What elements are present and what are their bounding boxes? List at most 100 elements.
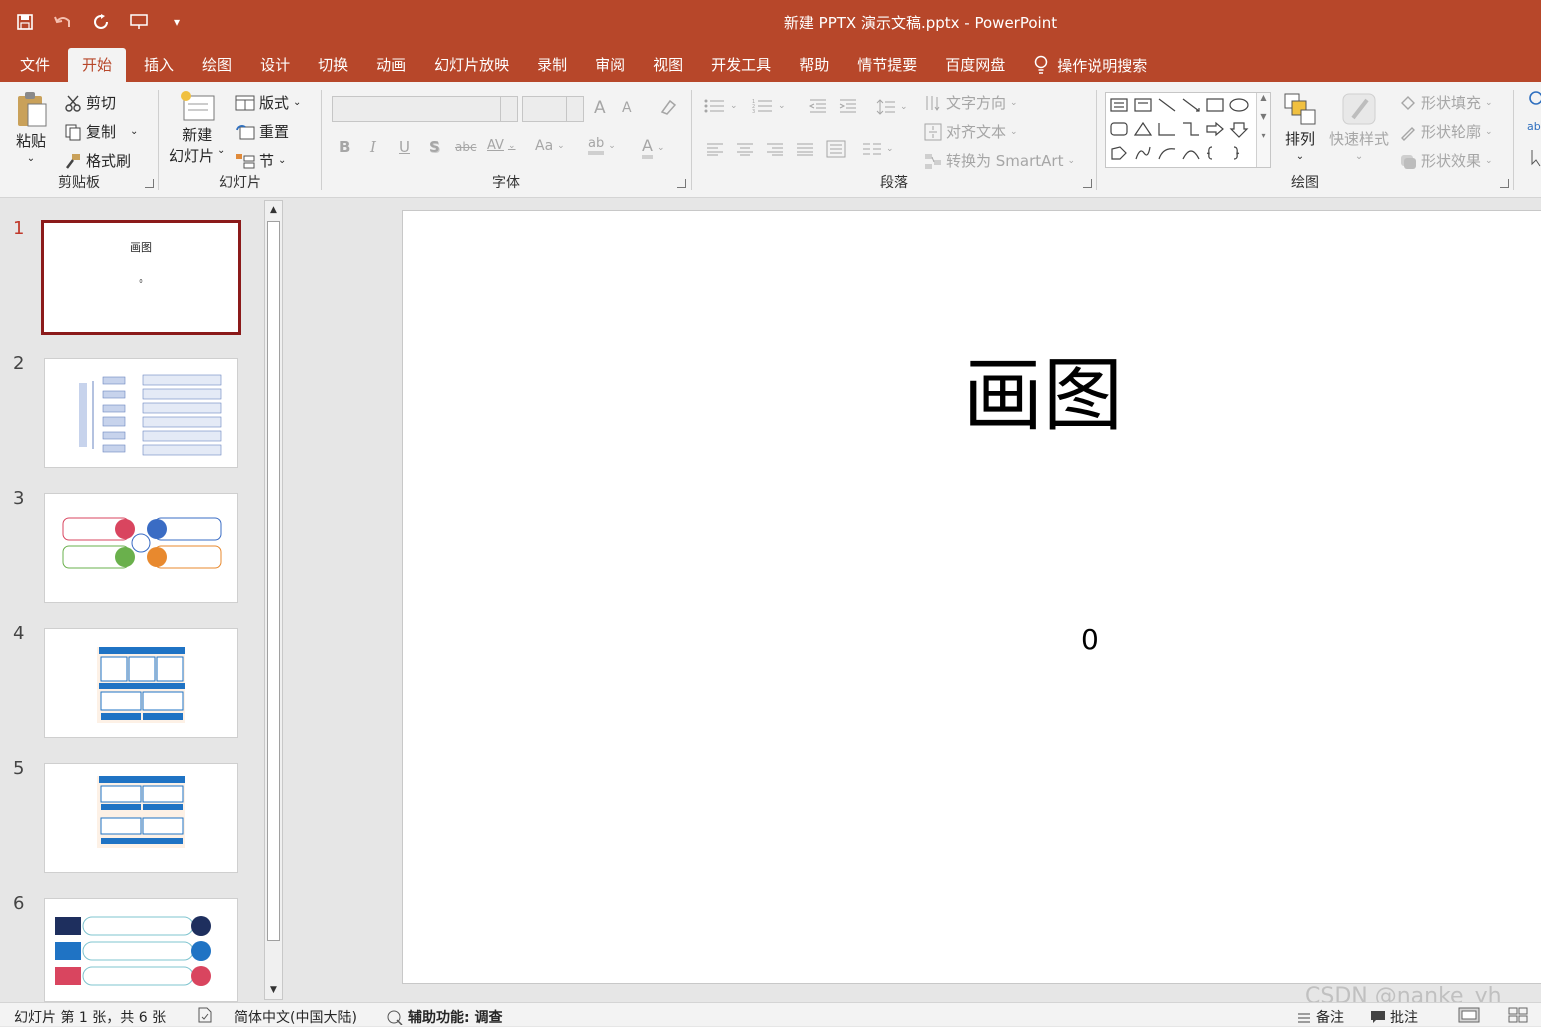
arrange-button[interactable]: 排列 ⌄	[1283, 92, 1317, 162]
clear-format-icon[interactable]	[658, 98, 678, 116]
paint-bucket-icon	[1399, 94, 1417, 112]
tab-review[interactable]: 审阅	[581, 48, 639, 82]
chevron-down-icon: ⌄	[293, 97, 302, 108]
drawing-launcher[interactable]	[1500, 179, 1509, 188]
slide-canvas[interactable]: 画图 0	[402, 210, 1541, 984]
increase-indent-button[interactable]	[838, 98, 858, 114]
comments-button[interactable]: 批注	[1370, 1007, 1418, 1027]
ribbon: 粘贴 ⌄ 剪切 复制 ⌄ 格式刷 剪贴板 新建 幻灯片 ⌄ 版式 ⌄ 重置 节 …	[0, 82, 1541, 198]
distributed-button[interactable]	[826, 140, 846, 158]
smartart-button[interactable]: 转换为 SmartArt ⌄	[924, 150, 1075, 171]
paragraph-launcher[interactable]	[1083, 179, 1092, 188]
tab-home[interactable]: 开始	[68, 48, 127, 82]
align-center-button[interactable]	[736, 142, 754, 156]
editing-group-partial[interactable]: ab	[1524, 88, 1541, 168]
tab-file[interactable]: 文件	[6, 48, 64, 82]
clipboard-launcher[interactable]	[145, 179, 154, 188]
text-direction-button[interactable]: 文字方向 ⌄	[924, 92, 1018, 113]
scroll-down-icon[interactable]: ▼	[265, 981, 282, 999]
scroll-thumb[interactable]	[267, 221, 280, 941]
slide-thumbnail-6[interactable]	[44, 898, 238, 1002]
tab-record[interactable]: 录制	[523, 48, 581, 82]
tab-transitions[interactable]: 切换	[304, 48, 362, 82]
underline-button[interactable]: U	[399, 138, 410, 156]
reset-button[interactable]: 重置	[235, 121, 289, 142]
chevron-down-icon: ⌄	[557, 141, 565, 151]
new-slide-icon	[178, 90, 216, 124]
gallery-scroll[interactable]: ▲ ▼ ▾	[1256, 93, 1270, 167]
highlight-button[interactable]: ab ⌄	[588, 136, 616, 155]
italic-button[interactable]: I	[370, 138, 376, 156]
tab-insert[interactable]: 插入	[130, 48, 188, 82]
thumbnail-scrollbar[interactable]: ▲ ▼	[264, 200, 283, 1000]
tab-slideshow[interactable]: 幻灯片放映	[420, 48, 523, 82]
comment-icon	[1370, 1010, 1386, 1024]
char-spacing-button[interactable]: AV ⌄	[487, 138, 516, 153]
bold-button[interactable]: B	[339, 138, 350, 156]
language-status[interactable]: 简体中文(中国大陆)	[234, 1007, 357, 1027]
format-painter-button[interactable]: 格式刷	[64, 150, 131, 171]
window-title: 新建 PPTX 演示文稿.pptx - PowerPoint	[783, 14, 1058, 32]
slide-sorter-icon[interactable]	[1508, 1007, 1528, 1023]
align-left-button[interactable]	[706, 142, 724, 156]
tell-me-search[interactable]: 操作说明搜索	[1033, 48, 1147, 82]
slide-thumbnail-1[interactable]: 画图 0	[41, 220, 241, 335]
slide-thumbnail-4[interactable]	[44, 628, 238, 738]
slide-subtitle[interactable]: 0	[1081, 623, 1099, 656]
change-case-button[interactable]: Aa ⌄	[535, 138, 565, 154]
strikethrough-button[interactable]: abc	[455, 140, 477, 154]
bullets-button[interactable]: ⌄	[704, 98, 738, 114]
status-bar: 幻灯片 第 1 张，共 6 张 简体中文(中国大陆) 辅助功能: 调查 备注 批…	[0, 1002, 1541, 1026]
slide-thumbnail-5[interactable]	[44, 763, 238, 873]
justify-button[interactable]	[796, 142, 814, 156]
shape-effects-button[interactable]: 形状效果 ⌄	[1399, 150, 1493, 171]
align-text-button[interactable]: 对齐文本 ⌄	[924, 121, 1018, 142]
paste-button[interactable]: 粘贴 ⌄	[14, 90, 48, 164]
tab-developer[interactable]: 开发工具	[697, 48, 785, 82]
font-name-combo[interactable]	[332, 96, 518, 122]
slide-thumbnail-3[interactable]	[44, 493, 238, 603]
layout-button[interactable]: 版式 ⌄	[235, 92, 301, 113]
copy-button[interactable]: 复制 ⌄	[64, 121, 138, 142]
tab-design[interactable]: 设计	[246, 48, 304, 82]
shrink-font-button[interactable]: A	[622, 100, 632, 116]
slide-title[interactable]: 画图	[963, 331, 1123, 447]
shape-outline-button[interactable]: 形状轮廓 ⌄	[1399, 121, 1493, 142]
align-right-button[interactable]	[766, 142, 784, 156]
accessibility-status[interactable]: 辅助功能: 调查	[386, 1007, 502, 1027]
shape-gallery[interactable]: ▲ ▼ ▾	[1105, 92, 1271, 168]
clipboard-group-label: 剪贴板	[58, 175, 100, 191]
shape-fill-button[interactable]: 形状填充 ⌄	[1399, 92, 1493, 113]
chevron-down-icon: ⌄	[1295, 151, 1305, 162]
line-spacing-button[interactable]: ⌄	[876, 98, 908, 116]
cut-button[interactable]: 剪切	[64, 92, 116, 113]
decrease-indent-button[interactable]	[808, 98, 828, 114]
grow-font-button[interactable]: A	[594, 98, 606, 118]
slide-thumbnail-2[interactable]	[44, 358, 238, 468]
quick-styles-button[interactable]: 快速样式 ⌄	[1329, 92, 1389, 162]
tab-baidu-disk[interactable]: 百度网盘	[931, 48, 1019, 82]
tab-help[interactable]: 帮助	[785, 48, 843, 82]
paste-label: 粘贴	[15, 132, 46, 150]
new-slide-button[interactable]: 新建 幻灯片 ⌄	[169, 90, 225, 166]
thumbnail-number: 6	[13, 893, 25, 914]
slide-counter[interactable]: 幻灯片 第 1 张，共 6 张	[14, 1007, 166, 1027]
section-label: 节	[259, 152, 275, 170]
tab-storyboard[interactable]: 情节提要	[843, 48, 931, 82]
spelling-icon[interactable]	[196, 1007, 214, 1023]
normal-view-icon[interactable]	[1458, 1007, 1480, 1023]
menu-bar: 文件 开始 插入 绘图 设计 切换 动画 幻灯片放映 录制 审阅 视图 开发工具…	[0, 44, 1541, 82]
columns-button[interactable]: ⌄	[862, 142, 894, 156]
scroll-up-icon[interactable]: ▲	[265, 201, 282, 219]
shadow-button[interactable]: S	[429, 138, 440, 156]
tab-draw[interactable]: 绘图	[188, 48, 246, 82]
tab-animations[interactable]: 动画	[362, 48, 420, 82]
font-size-combo[interactable]	[522, 96, 584, 122]
font-color-button[interactable]: A ⌄	[642, 136, 665, 159]
numbering-button[interactable]: 1 2 3 ⌄	[752, 98, 786, 114]
font-launcher[interactable]	[677, 179, 686, 188]
section-button[interactable]: 节 ⌄	[235, 150, 286, 171]
notes-button[interactable]: 备注	[1296, 1007, 1344, 1027]
tab-view[interactable]: 视图	[639, 48, 697, 82]
paste-icon	[14, 90, 48, 128]
